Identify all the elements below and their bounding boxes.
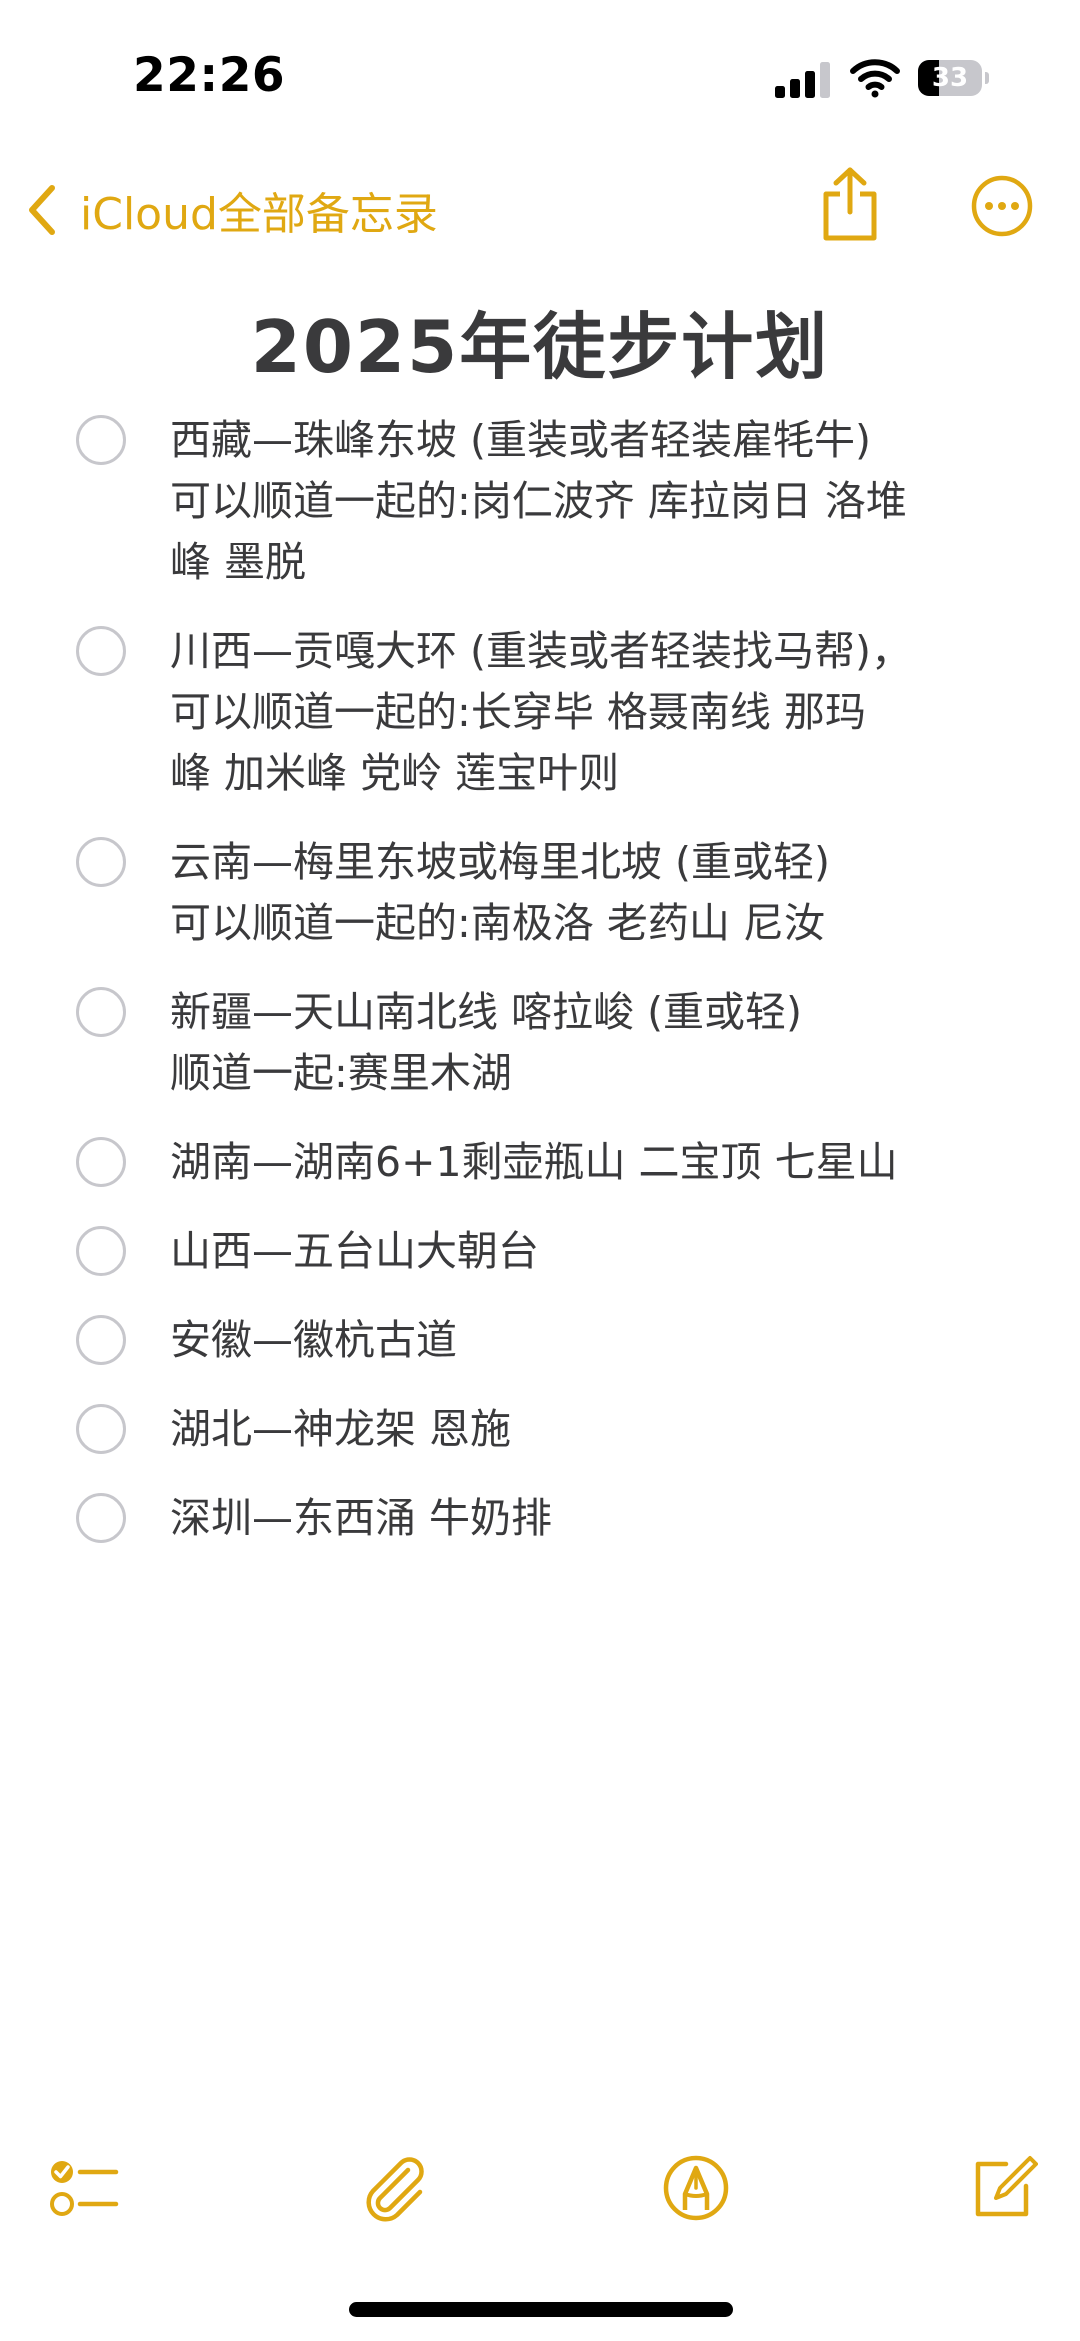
checkbox-circle-icon[interactable]: [76, 987, 126, 1037]
checklist-item-text[interactable]: 可以顺道一起的:南极洛 老药山 尼汝: [170, 893, 1040, 954]
notes-app-screen: 22:26 33 iCloud全部备忘录 2025年徒步计划 西藏—珠峰东坡 (…: [0, 0, 1080, 2341]
checkbox-circle-icon[interactable]: [76, 1493, 126, 1543]
checkbox-circle-icon[interactable]: [76, 415, 126, 465]
checklist-item[interactable]: 西藏—珠峰东坡 (重装或者轻装雇牦牛) 可以顺道一起的:岗仁波齐 库拉岗日 洛堆峰…: [0, 410, 1080, 593]
checklist-item[interactable]: 深圳—东西涌 牛奶排: [0, 1488, 1080, 1549]
status-bar: 22:26 33: [0, 0, 1080, 150]
checklist-item[interactable]: 云南—梅里东坡或梅里北坡 (重或轻) 可以顺道一起的:南极洛 老药山 尼汝: [0, 832, 1080, 954]
checkbox-circle-icon[interactable]: [76, 1315, 126, 1365]
checklist-item-text[interactable]: 峰 墨脱: [170, 532, 1040, 593]
checklist-icon[interactable]: [48, 2152, 120, 2224]
share-icon[interactable]: [818, 166, 882, 242]
checklist-item[interactable]: 湖北—神龙架 恩施: [0, 1399, 1080, 1460]
checklist-item-text[interactable]: 湖北—神龙架 恩施: [170, 1399, 1040, 1460]
checklist-item-text[interactable]: 深圳—东西涌 牛奶排: [170, 1488, 1040, 1549]
checkbox-circle-icon[interactable]: [76, 1137, 126, 1187]
checklist-item-text[interactable]: 山西—五台山大朝台: [170, 1221, 1040, 1282]
battery-cap: [985, 72, 989, 84]
checkbox-circle-icon[interactable]: [76, 1226, 126, 1276]
checklist-item[interactable]: 山西—五台山大朝台: [0, 1221, 1080, 1282]
checklist-item-text[interactable]: 峰 加米峰 党岭 莲宝叶则: [170, 743, 1040, 804]
chevron-left-icon: [29, 185, 55, 235]
cellular-signal-icon: [775, 62, 830, 98]
checklist-item-text[interactable]: 新疆—天山南北线 喀拉峻 (重或轻): [170, 982, 1040, 1043]
home-indicator[interactable]: [349, 2302, 733, 2317]
paperclip-icon[interactable]: [358, 2152, 430, 2224]
nav-bar: iCloud全部备忘录: [0, 160, 1080, 260]
checklist-item-text[interactable]: 可以顺道一起的:岗仁波齐 库拉岗日 洛堆: [170, 471, 1040, 532]
checklist-item-text[interactable]: 可以顺道一起的:长穿毕 格聂南线 那玛: [170, 682, 1040, 743]
bottom-toolbar: [0, 2140, 1080, 2250]
wifi-icon: [850, 59, 900, 98]
checklist: 西藏—珠峰东坡 (重装或者轻装雇牦牛) 可以顺道一起的:岗仁波齐 库拉岗日 洛堆峰…: [0, 410, 1080, 1577]
checklist-item-text[interactable]: 顺道一起:赛里木湖: [170, 1043, 1040, 1104]
checklist-item[interactable]: 安徽—徽杭古道: [0, 1310, 1080, 1371]
battery-level: 33: [931, 63, 969, 93]
checklist-item-text[interactable]: 湖南—湖南6+1剩壶瓶山 二宝顶 七星山: [170, 1132, 1040, 1193]
battery-body: 33: [918, 60, 982, 96]
back-button-label: iCloud全部备忘录: [80, 189, 438, 240]
checkbox-circle-icon[interactable]: [76, 626, 126, 676]
checklist-item-text[interactable]: 安徽—徽杭古道: [170, 1310, 1040, 1371]
checklist-item[interactable]: 川西—贡嘎大环 (重装或者轻装找马帮)， 可以顺道一起的:长穿毕 格聂南线 那玛峰…: [0, 621, 1080, 804]
note-title[interactable]: 2025年徒步计划: [0, 288, 1080, 393]
checklist-item-text[interactable]: 云南—梅里东坡或梅里北坡 (重或轻): [170, 832, 1040, 893]
checklist-item-text[interactable]: 西藏—珠峰东坡 (重装或者轻装雇牦牛): [170, 410, 1040, 471]
checklist-item[interactable]: 湖南—湖南6+1剩壶瓶山 二宝顶 七星山: [0, 1132, 1080, 1193]
back-button[interactable]: iCloud全部备忘录: [22, 172, 438, 248]
status-time: 22:26: [133, 48, 286, 103]
checklist-item[interactable]: 新疆—天山南北线 喀拉峻 (重或轻) 顺道一起:赛里木湖: [0, 982, 1080, 1104]
markup-pen-icon[interactable]: [660, 2152, 732, 2224]
checkbox-circle-icon[interactable]: [76, 837, 126, 887]
checkbox-circle-icon[interactable]: [76, 1404, 126, 1454]
compose-icon[interactable]: [966, 2152, 1038, 2224]
battery-indicator: 33: [918, 60, 990, 96]
checklist-item-text[interactable]: 川西—贡嘎大环 (重装或者轻装找马帮)，: [170, 621, 1040, 682]
more-options-icon[interactable]: [970, 174, 1034, 238]
